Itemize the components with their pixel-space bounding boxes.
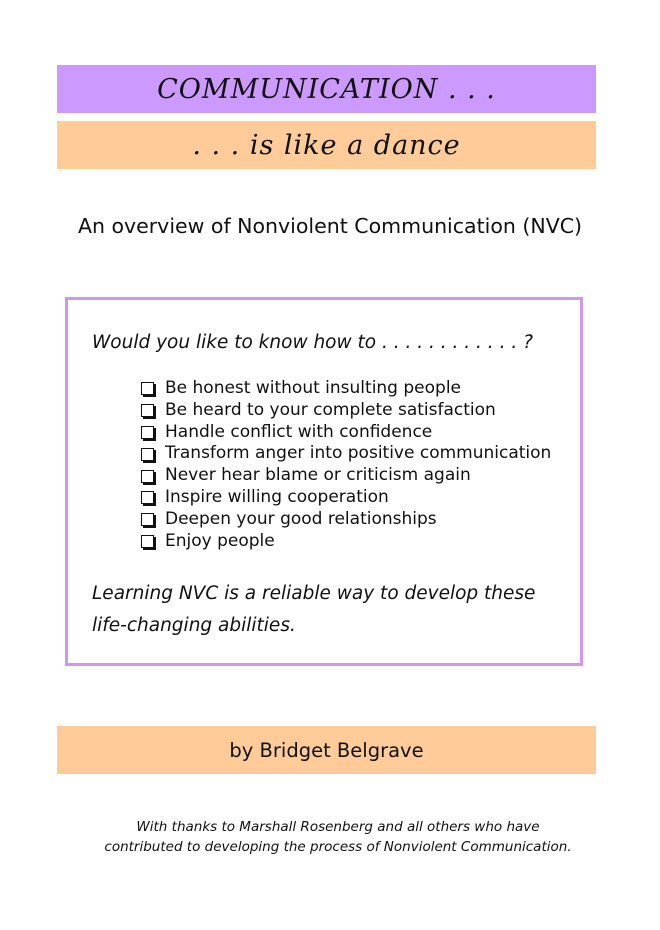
list-item-label: Inspire willing cooperation: [165, 486, 389, 507]
author-banner: by Bridget Belgrave: [57, 726, 596, 774]
acknowledgement-line-2: contributed to developing the process of…: [104, 839, 572, 855]
list-item-label: Be honest without insulting people: [165, 378, 462, 398]
list-item-label: Enjoy people: [165, 530, 275, 551]
question-text: Would you like to know how to . . . . . …: [92, 332, 533, 353]
list-item: Deepen your good relationships: [140, 509, 551, 531]
list-item: Never hear blame or criticism again: [140, 465, 551, 487]
conclusion-line-2: life-changing abilities.: [92, 615, 296, 636]
author-name: by Bridget Belgrave: [229, 738, 424, 762]
list-item-label: Be heard to your complete satisfaction: [165, 399, 496, 420]
overview-heading: An overview of Nonviolent Communication …: [77, 214, 583, 238]
title-banner: COMMUNICATION . . .: [57, 65, 596, 113]
page-subtitle: . . . is like a dance: [192, 129, 461, 161]
acknowledgement: With thanks to Marshall Rosenberg and al…: [0, 817, 660, 857]
subtitle-banner: . . . is like a dance: [57, 121, 596, 169]
list-item-label: Deepen your good relationships: [165, 508, 437, 529]
list-item: Handle conflict with confidence: [140, 422, 551, 444]
conclusion-line-1: Learning NVC is a reliable way to develo…: [92, 583, 536, 604]
benefits-list: Be honest without insulting people Be he…: [140, 378, 551, 552]
list-item: Enjoy people: [140, 531, 551, 553]
acknowledgement-line-1: With thanks to Marshall Rosenberg and al…: [136, 819, 540, 835]
list-item-label: Handle conflict with confidence: [165, 421, 433, 442]
checkbox-icon: [141, 382, 154, 396]
checkbox-icon: [141, 491, 154, 505]
list-item: Transform anger into positive communicat…: [140, 443, 551, 465]
list-item-label: Transform anger into positive communicat…: [165, 443, 552, 464]
checkbox-icon: [141, 534, 154, 548]
list-item: Inspire willing cooperation: [140, 487, 551, 509]
checkbox-icon: [141, 447, 154, 461]
checkbox-icon: [141, 425, 154, 439]
checkbox-icon: [141, 469, 154, 483]
list-item: Be heard to your complete satisfaction: [140, 400, 551, 422]
conclusion-text: Learning NVC is a reliable way to develo…: [92, 578, 562, 642]
checkbox-icon: [141, 404, 154, 418]
list-item-label: Never hear blame or criticism again: [165, 465, 471, 486]
page-title: COMMUNICATION . . .: [157, 73, 496, 105]
list-item: Be honest without insulting people: [140, 378, 551, 400]
checkbox-icon: [141, 513, 154, 527]
